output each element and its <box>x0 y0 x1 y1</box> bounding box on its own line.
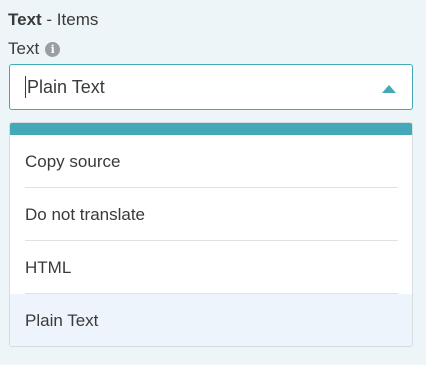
dropdown-menu: Copy source Do not translate HTML Plain … <box>9 122 413 347</box>
dropdown-accent-bar <box>10 123 412 135</box>
chevron-up-icon[interactable] <box>382 85 396 93</box>
text-type-select[interactable]: Plain Text <box>9 64 413 110</box>
text-cursor <box>25 76 26 98</box>
dropdown-option-do-not-translate[interactable]: Do not translate <box>10 188 412 241</box>
section-title-bold: Text <box>8 10 42 29</box>
info-icon[interactable]: i <box>45 41 61 57</box>
dropdown-list: Copy source Do not translate HTML Plain … <box>10 135 412 346</box>
dropdown-option-copy-source[interactable]: Copy source <box>10 135 412 188</box>
field-label: Text i <box>8 38 61 60</box>
section-title-rest: - Items <box>41 10 99 29</box>
field-label-text: Text <box>8 39 40 58</box>
dropdown-option-html[interactable]: HTML <box>10 241 412 294</box>
section-title: Text - Items <box>8 9 98 31</box>
select-value: Plain Text <box>27 77 105 97</box>
dropdown-option-plain-text[interactable]: Plain Text <box>10 294 412 346</box>
